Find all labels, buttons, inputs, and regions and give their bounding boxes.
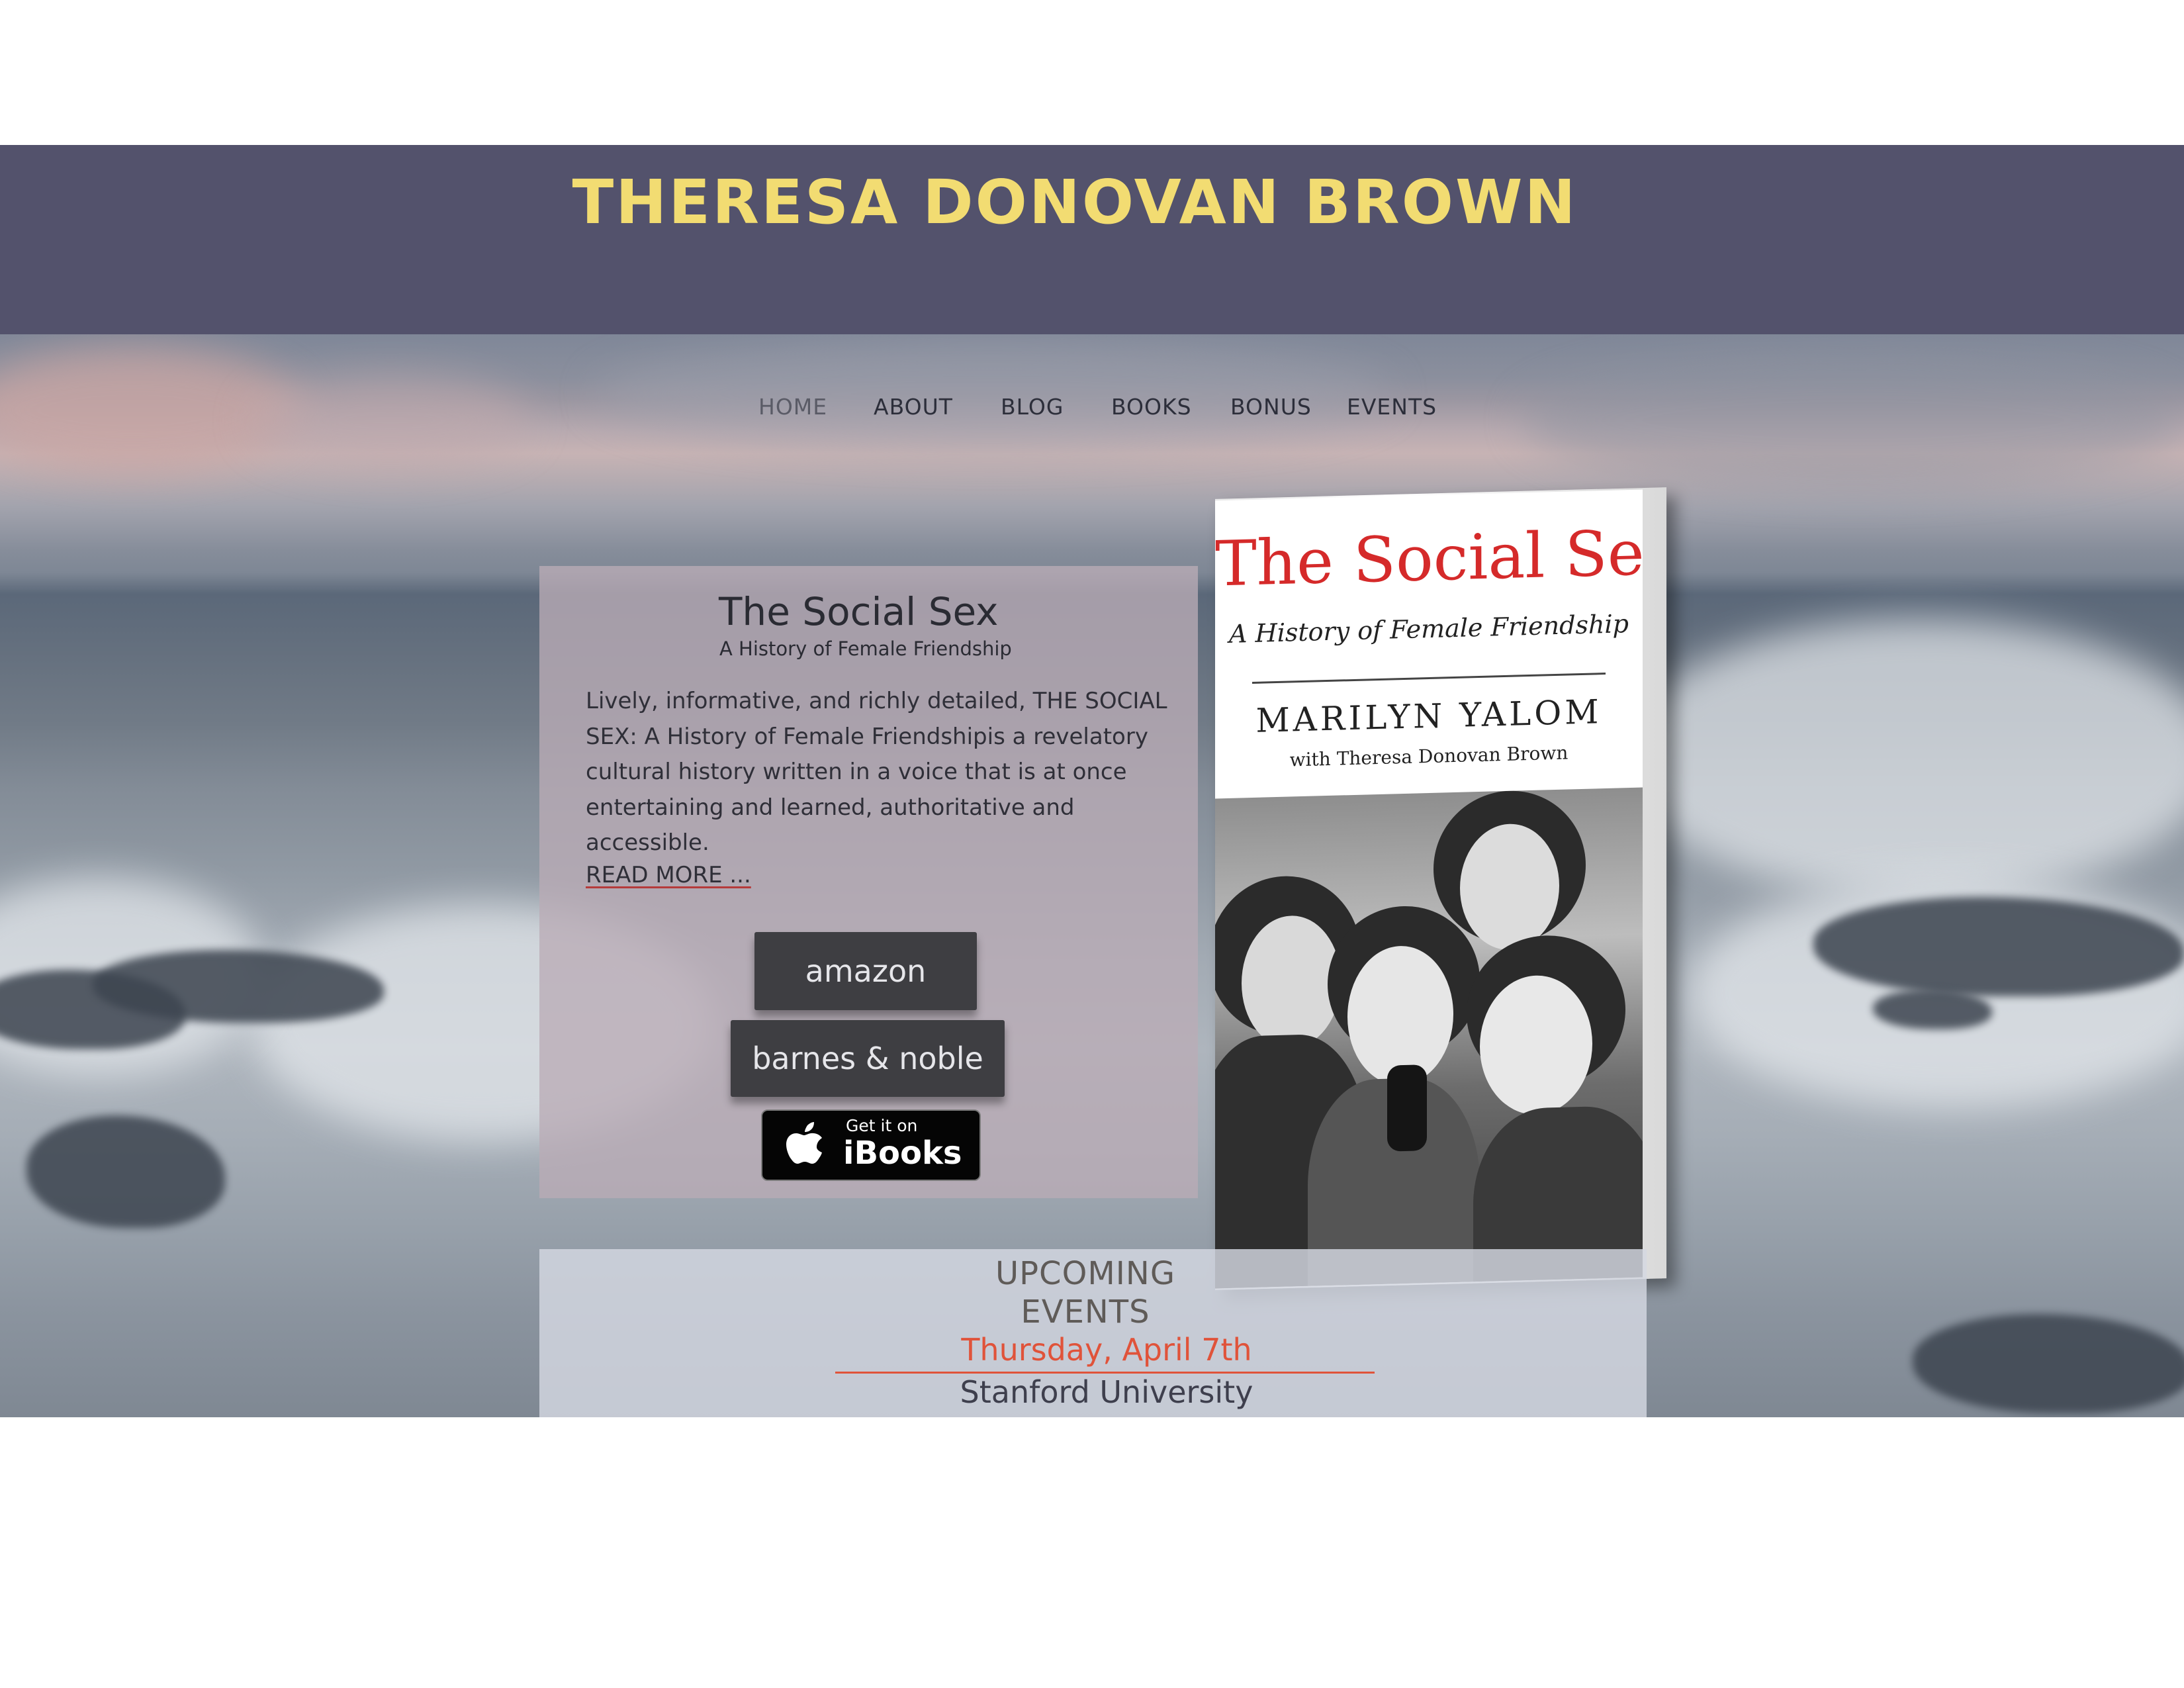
- ibooks-name-label: iBooks: [843, 1135, 962, 1172]
- cover-divider: [1252, 673, 1606, 684]
- nav-bonus[interactable]: BONUS: [1230, 394, 1312, 420]
- nav-events[interactable]: EVENTS: [1347, 394, 1437, 420]
- ibooks-get-label: Get it on: [846, 1116, 918, 1135]
- event-divider: [835, 1372, 1375, 1374]
- events-heading-line1: UPCOMING: [995, 1255, 1176, 1292]
- event-date[interactable]: Thursday, April 7th: [835, 1332, 1378, 1368]
- nav-about[interactable]: ABOUT: [874, 394, 953, 420]
- events-heading-line2: EVENTS: [1021, 1293, 1150, 1331]
- book-cover-image[interactable]: The Social Sex A History of Female Frien…: [1215, 489, 1643, 1289]
- cover-subtitle: A History of Female Friendship: [1229, 609, 1629, 649]
- cover-author: MARILYN YALOM: [1255, 692, 1602, 740]
- events-heading: UPCOMING EVENTS: [887, 1254, 1284, 1331]
- apple-icon: [786, 1122, 822, 1164]
- cover-photo-four-women: [1215, 787, 1643, 1289]
- barnes-noble-button[interactable]: barnes & noble: [731, 1020, 1005, 1097]
- main-nav: HOME ABOUT BLOG BOOKS BONUS EVENTS: [0, 394, 2184, 427]
- book-description: Lively, informative, and richly detailed…: [586, 688, 1167, 856]
- amazon-button[interactable]: amazon: [754, 932, 977, 1010]
- event-location: Stanford University: [960, 1374, 1253, 1410]
- site-title[interactable]: THERESA DONOVAN BROWN: [0, 167, 2184, 238]
- nav-home[interactable]: HOME: [758, 394, 827, 420]
- cover-title: The Social Sex: [1215, 516, 1643, 601]
- cover-coauthor: with Theresa Donovan Brown: [1289, 741, 1569, 771]
- read-more-link[interactable]: READ MORE ...: [586, 862, 751, 888]
- nav-books[interactable]: BOOKS: [1111, 394, 1192, 420]
- book-title: The Social Sex: [719, 589, 999, 634]
- ibooks-button[interactable]: Get it on iBooks: [761, 1109, 981, 1181]
- book-subtitle: A History of Female Friendship: [719, 637, 1012, 660]
- nav-blog[interactable]: BLOG: [1001, 394, 1064, 420]
